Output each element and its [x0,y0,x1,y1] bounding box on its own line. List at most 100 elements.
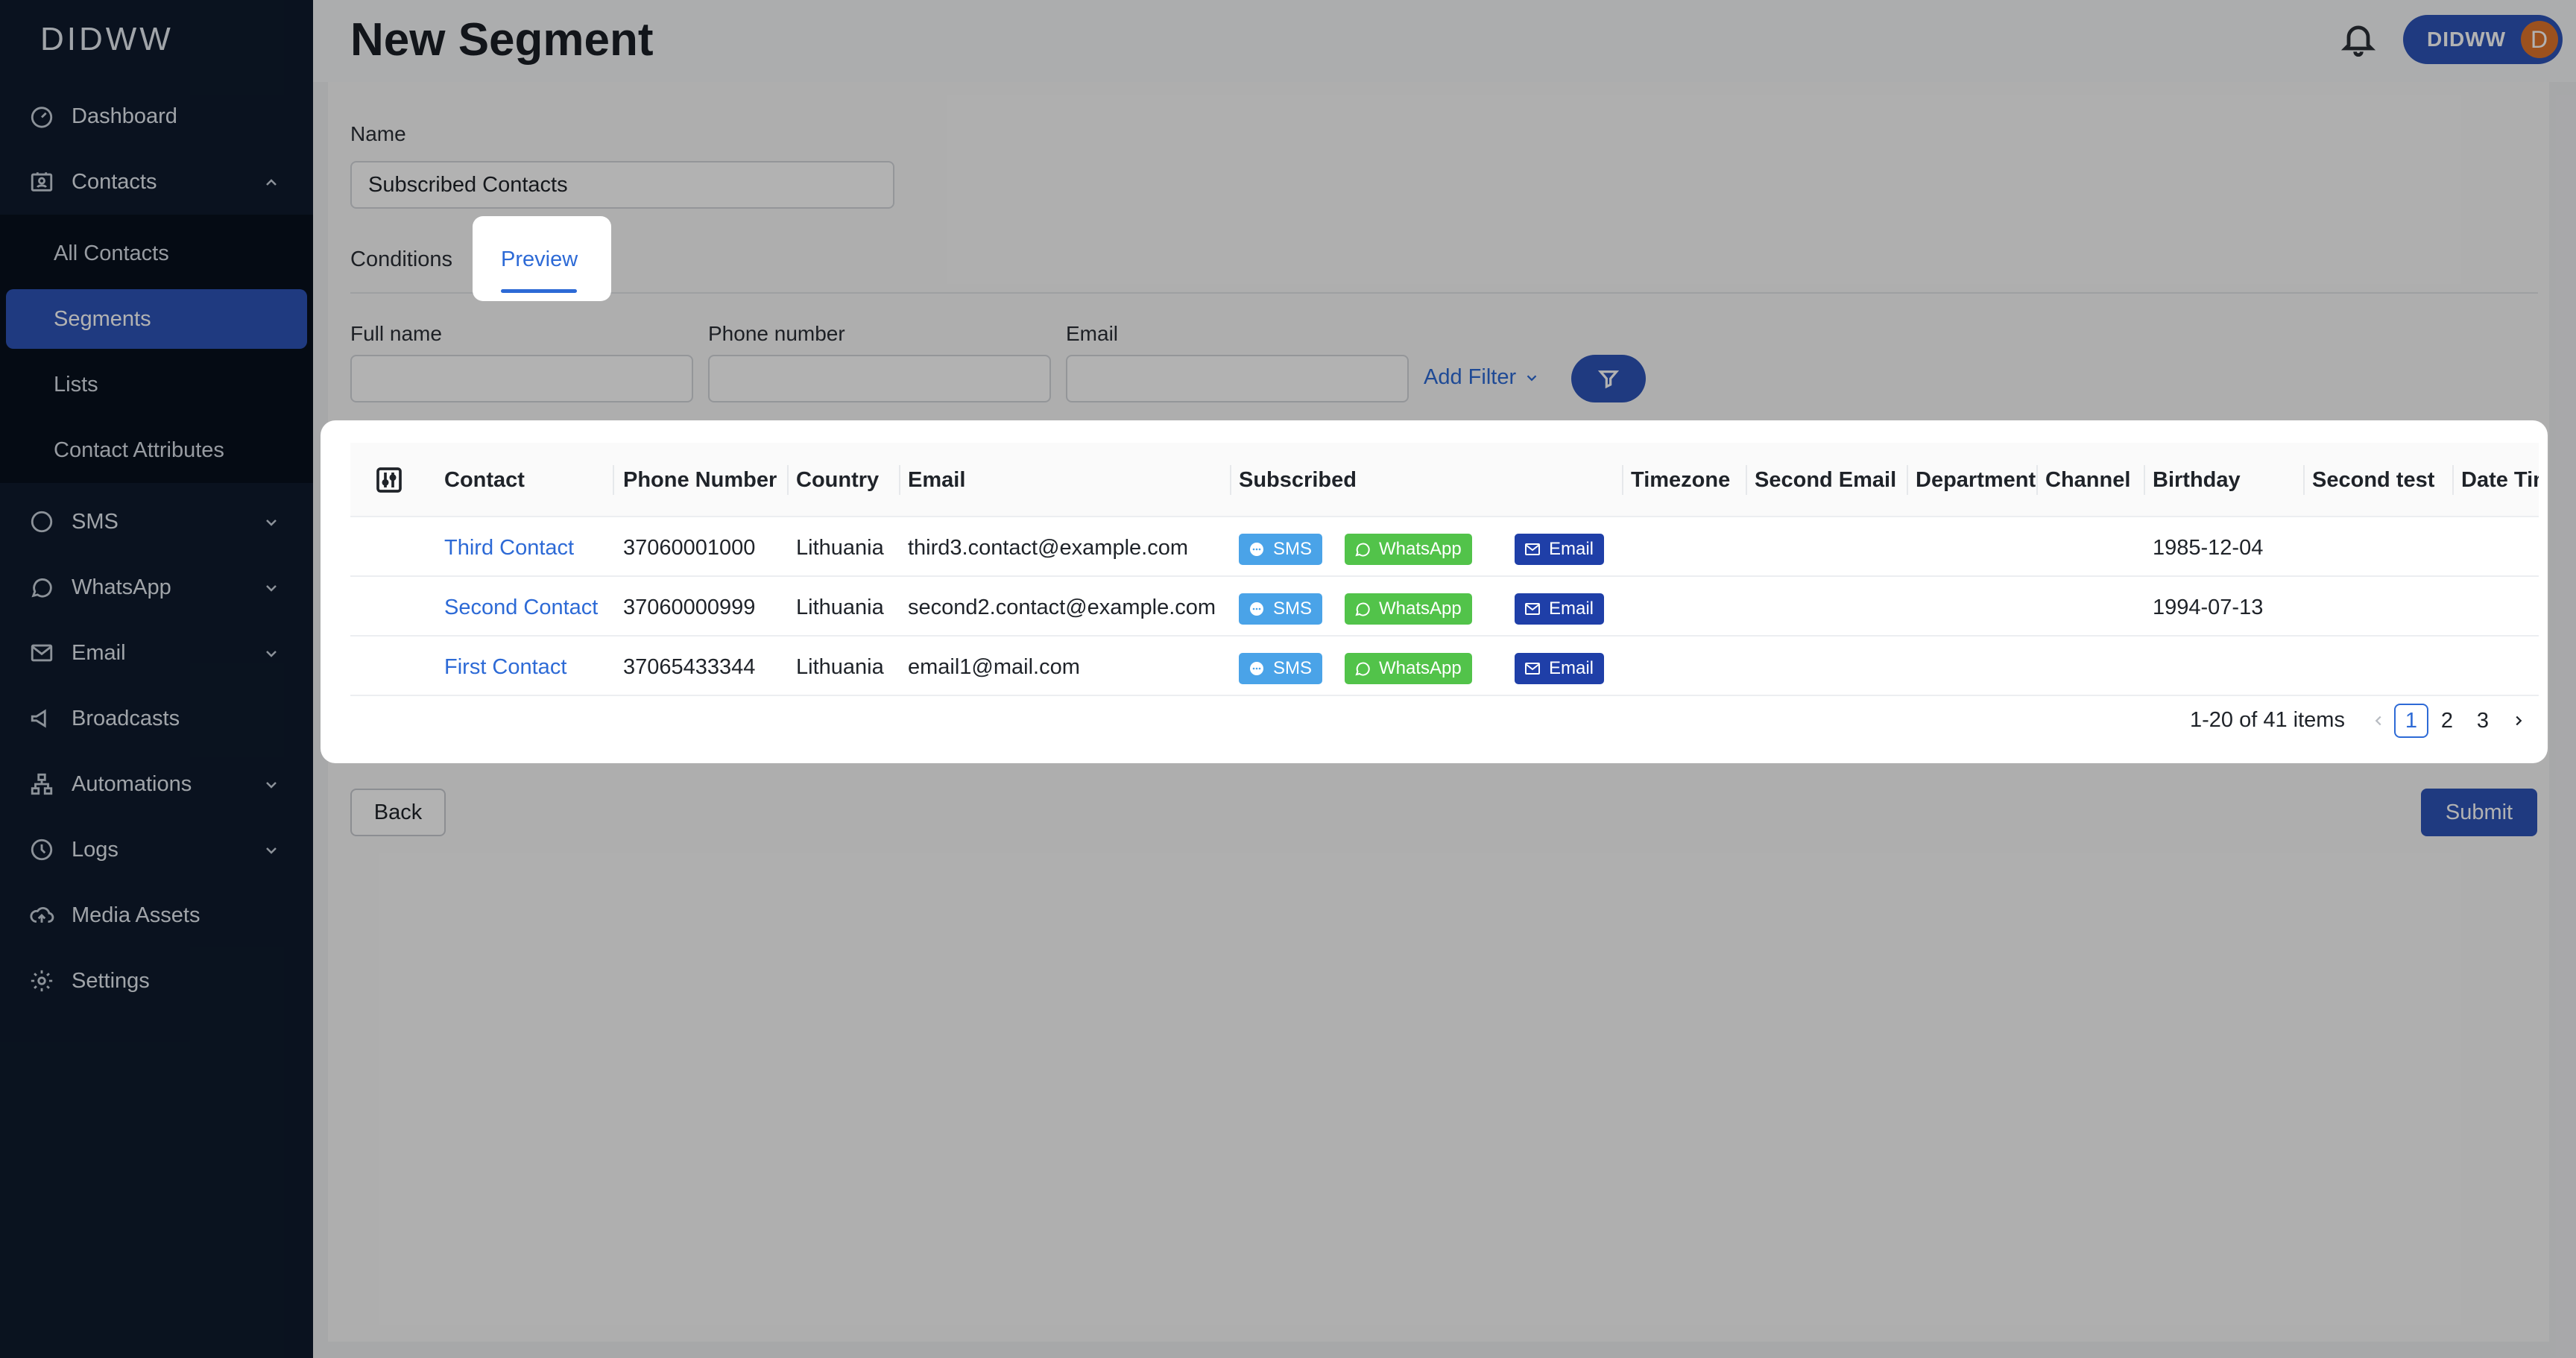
sidebar-item-label: Logs [72,837,119,862]
sidebar-item-media-assets[interactable]: Media Assets [0,885,313,945]
birthday-cell: 1985-12-04 [2153,535,2264,560]
user-menu-button[interactable]: DIDWW D [2403,15,2563,64]
column-separator [2303,465,2305,495]
column-header-subscribed[interactable]: Subscribed [1239,443,1357,517]
back-button[interactable]: Back [350,789,446,836]
whatsapp-icon [1355,543,1370,557]
full-name-input[interactable] [350,355,693,402]
column-header-date-time[interactable]: Date Time [2461,443,2539,517]
tabs-divider [350,292,2538,294]
contact-link[interactable]: Second Contact [444,578,598,637]
column-separator [613,465,614,495]
column-header-contact[interactable]: Contact [444,443,525,517]
automations-icon [28,771,55,798]
birthday-cell: 1994-07-13 [2153,595,2264,619]
sidebar-item-all-contacts[interactable]: All Contacts [6,224,307,283]
sidebar-item-sms[interactable]: SMS [0,492,313,552]
column-separator [1622,465,1623,495]
sidebar-item-label: Broadcasts [72,706,180,730]
sidebar-item-label: Email [72,640,126,665]
logo: DIDWW [40,21,174,57]
sidebar-item-whatsapp[interactable]: WhatsApp [0,558,313,617]
column-separator [899,465,900,495]
submit-button[interactable]: Submit [2421,789,2537,836]
full-name-label: Full name [350,322,442,345]
column-separator [2144,465,2145,495]
sidebar-item-label: Automations [72,771,192,796]
email-icon [28,639,55,666]
chevron-down-icon [262,841,280,859]
column-header-email[interactable]: Email [908,443,965,517]
contact-link[interactable]: Third Contact [444,519,574,577]
chevron-down-icon [262,578,280,596]
pagination-page-1[interactable]: 1 [2394,704,2428,738]
phone-number-input[interactable] [708,355,1051,402]
column-separator [787,465,789,495]
pagination-prev-button[interactable] [2361,704,2396,738]
user-name: DIDWW [2427,28,2507,51]
email-badge: Email [1515,653,1605,684]
pagination-page-3[interactable]: 3 [2466,704,2500,738]
sidebar-item-dashboard[interactable]: Dashboard [0,86,313,146]
column-separator [2452,465,2454,495]
sidebar-item-label: SMS [72,509,119,534]
column-settings-icon[interactable] [374,465,404,495]
table-row: First Contact 37065433344 Lithuania emai… [350,638,2539,696]
sms-badge: SMS [1239,534,1323,565]
email-input[interactable] [1066,355,1409,402]
sidebar-item-automations[interactable]: Automations [0,754,313,814]
email-badge: Email [1515,534,1605,565]
column-header-birthday[interactable]: Birthday [2153,443,2241,517]
bell-icon[interactable] [2339,19,2378,58]
sidebar-item-lists[interactable]: Lists [6,355,307,414]
sidebar-item-settings[interactable]: Settings [0,951,313,1011]
sidebar-item-email[interactable]: Email [0,623,313,683]
tab-preview[interactable]: Preview [501,247,578,272]
chat-bubble-icon [1250,543,1263,556]
tab-conditions[interactable]: Conditions [350,247,452,272]
contacts-icon [28,168,55,195]
sms-badge: SMS [1239,653,1323,684]
column-header-country[interactable]: Country [796,443,879,517]
sidebar-item-segments[interactable]: Segments [6,289,307,349]
sidebar-item-label: Contacts [72,169,157,194]
country-cell: Lithuania [796,654,884,679]
column-header-second-email[interactable]: Second Email [1755,443,1896,517]
column-header-department[interactable]: Department [1916,443,2036,517]
column-header-channel[interactable]: Channel [2045,443,2130,517]
column-header-second-test[interactable]: Second test [2312,443,2434,517]
column-header-phone-number[interactable]: Phone Number [623,443,777,517]
cloud-upload-icon [28,902,55,929]
apply-filter-button[interactable] [1571,355,1646,402]
pagination-page-2[interactable]: 2 [2430,704,2464,738]
avatar: D [2521,21,2558,58]
phone-cell: 37060000999 [623,595,756,619]
column-header-timezone[interactable]: Timezone [1631,443,1730,517]
sidebar-item-contact-attributes[interactable]: Contact Attributes [6,420,307,480]
chat-bubble-icon [1250,662,1263,675]
sidebar-item-label: Settings [72,968,150,993]
whatsapp-icon [28,574,55,601]
add-filter-button[interactable]: Add Filter [1424,365,1540,390]
whatsapp-icon [1355,602,1370,616]
add-filter-label: Add Filter [1424,365,1517,389]
phone-number-label: Phone number [708,322,845,345]
pagination-next-button[interactable] [2501,704,2536,738]
contact-link[interactable]: First Contact [444,638,566,696]
sidebar-item-logs[interactable]: Logs [0,820,313,879]
sidebar-item-contacts[interactable]: Contacts [0,152,313,212]
chevron-right-icon [2516,716,2522,726]
filter-icon [1597,370,1620,389]
column-separator [1746,465,1747,495]
chevron-left-icon [2375,716,2381,726]
name-input[interactable]: Subscribed Contacts [350,161,894,209]
country-cell: Lithuania [796,595,884,619]
preview-table-card: Contact Phone Number Country Email Subsc… [321,420,2548,763]
sms-badge: SMS [1239,593,1323,625]
phone-cell: 37060001000 [623,535,756,560]
chevron-down-icon [262,775,280,793]
table-header: Contact Phone Number Country Email Subsc… [350,443,2539,517]
name-label: Name [350,122,406,145]
sidebar-item-broadcasts[interactable]: Broadcasts [0,689,313,748]
email-cell: third3.contact@example.com [908,535,1188,560]
